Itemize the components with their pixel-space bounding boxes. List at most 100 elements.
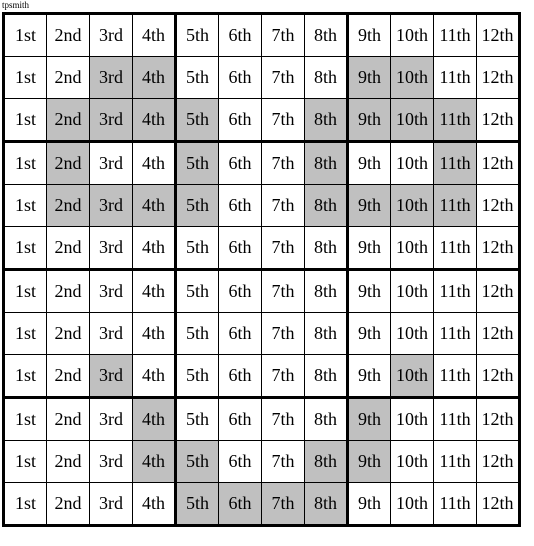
grid-cell[interactable]: 11th (433, 56, 477, 99)
grid-cell[interactable]: 8th (304, 56, 349, 99)
grid-cell[interactable]: 1st (2, 354, 47, 399)
grid-cell[interactable]: 1st (2, 482, 47, 527)
grid-cell[interactable]: 7th (261, 56, 305, 99)
grid-cell[interactable]: 2nd (46, 56, 90, 99)
grid-cell[interactable]: 4th (132, 226, 177, 271)
grid-cell[interactable]: 4th (132, 354, 177, 399)
grid-cell[interactable]: 7th (261, 269, 305, 313)
grid-cell[interactable]: 12th (476, 482, 521, 527)
grid-cell[interactable]: 1st (2, 141, 47, 185)
grid-cell[interactable]: 12th (476, 184, 521, 227)
grid-cell[interactable]: 3rd (89, 482, 133, 527)
grid-cell[interactable]: 2nd (46, 482, 90, 527)
grid-cell[interactable]: 9th (347, 141, 391, 185)
grid-cell[interactable]: 9th (347, 440, 391, 483)
grid-cell[interactable]: 7th (261, 354, 305, 399)
grid-cell[interactable]: 9th (347, 397, 391, 441)
grid-cell[interactable]: 1st (2, 56, 47, 99)
grid-cell[interactable]: 5th (175, 12, 219, 57)
grid-cell[interactable]: 4th (132, 56, 177, 99)
grid-cell[interactable]: 6th (218, 440, 262, 483)
grid-cell[interactable]: 3rd (89, 440, 133, 483)
grid-cell[interactable]: 8th (304, 440, 349, 483)
grid-cell[interactable]: 6th (218, 184, 262, 227)
grid-cell[interactable]: 3rd (89, 397, 133, 441)
grid-cell[interactable]: 5th (175, 184, 219, 227)
grid-cell[interactable]: 3rd (89, 56, 133, 99)
grid-cell[interactable]: 10th (390, 354, 434, 399)
grid-cell[interactable]: 1st (2, 12, 47, 57)
grid-cell[interactable]: 8th (304, 12, 349, 57)
grid-cell[interactable]: 12th (476, 226, 521, 271)
grid-cell[interactable]: 4th (132, 440, 177, 483)
grid-cell[interactable]: 7th (261, 12, 305, 57)
grid-cell[interactable]: 12th (476, 56, 521, 99)
grid-cell[interactable]: 1st (2, 440, 47, 483)
grid-cell[interactable]: 4th (132, 269, 177, 313)
grid-cell[interactable]: 2nd (46, 397, 90, 441)
grid-cell[interactable]: 9th (347, 184, 391, 227)
grid-cell[interactable]: 8th (304, 482, 349, 527)
grid-cell[interactable]: 6th (218, 56, 262, 99)
grid-cell[interactable]: 8th (304, 312, 349, 355)
grid-cell[interactable]: 11th (433, 269, 477, 313)
grid-cell[interactable]: 4th (132, 482, 177, 527)
grid-cell[interactable]: 2nd (46, 226, 90, 271)
grid-cell[interactable]: 5th (175, 397, 219, 441)
grid-cell[interactable]: 2nd (46, 98, 90, 143)
grid-cell[interactable]: 11th (433, 397, 477, 441)
grid-cell[interactable]: 3rd (89, 354, 133, 399)
grid-cell[interactable]: 7th (261, 226, 305, 271)
grid-cell[interactable]: 12th (476, 141, 521, 185)
grid-cell[interactable]: 3rd (89, 312, 133, 355)
grid-cell[interactable]: 2nd (46, 312, 90, 355)
grid-cell[interactable]: 6th (218, 12, 262, 57)
grid-cell[interactable]: 1st (2, 184, 47, 227)
grid-cell[interactable]: 1st (2, 226, 47, 271)
grid-cell[interactable]: 11th (433, 354, 477, 399)
grid-cell[interactable]: 4th (132, 397, 177, 441)
grid-cell[interactable]: 10th (390, 312, 434, 355)
grid-cell[interactable]: 4th (132, 12, 177, 57)
grid-cell[interactable]: 6th (218, 354, 262, 399)
grid-cell[interactable]: 10th (390, 184, 434, 227)
grid-cell[interactable]: 6th (218, 482, 262, 527)
grid-cell[interactable]: 4th (132, 312, 177, 355)
grid-cell[interactable]: 11th (433, 226, 477, 271)
grid-cell[interactable]: 12th (476, 397, 521, 441)
grid-cell[interactable]: 5th (175, 354, 219, 399)
grid-cell[interactable]: 10th (390, 12, 434, 57)
grid-cell[interactable]: 3rd (89, 269, 133, 313)
grid-cell[interactable]: 6th (218, 397, 262, 441)
grid-cell[interactable]: 4th (132, 98, 177, 143)
grid-cell[interactable]: 9th (347, 312, 391, 355)
grid-cell[interactable]: 8th (304, 354, 349, 399)
grid-cell[interactable]: 1st (2, 98, 47, 143)
grid-cell[interactable]: 9th (347, 482, 391, 527)
grid-cell[interactable]: 2nd (46, 354, 90, 399)
grid-cell[interactable]: 7th (261, 312, 305, 355)
grid-cell[interactable]: 2nd (46, 269, 90, 313)
grid-cell[interactable]: 5th (175, 56, 219, 99)
grid-cell[interactable]: 6th (218, 226, 262, 271)
grid-cell[interactable]: 2nd (46, 12, 90, 57)
grid-cell[interactable]: 10th (390, 269, 434, 313)
grid-cell[interactable]: 9th (347, 98, 391, 143)
grid-cell[interactable]: 9th (347, 354, 391, 399)
grid-cell[interactable]: 11th (433, 141, 477, 185)
grid-cell[interactable]: 8th (304, 397, 349, 441)
grid-cell[interactable]: 10th (390, 141, 434, 185)
grid-cell[interactable]: 3rd (89, 98, 133, 143)
grid-cell[interactable]: 6th (218, 269, 262, 313)
grid-cell[interactable]: 5th (175, 440, 219, 483)
grid-cell[interactable]: 9th (347, 269, 391, 313)
grid-cell[interactable]: 12th (476, 312, 521, 355)
grid-cell[interactable]: 3rd (89, 226, 133, 271)
grid-cell[interactable]: 6th (218, 141, 262, 185)
grid-cell[interactable]: 12th (476, 12, 521, 57)
grid-cell[interactable]: 10th (390, 56, 434, 99)
grid-cell[interactable]: 7th (261, 98, 305, 143)
grid-cell[interactable]: 10th (390, 440, 434, 483)
grid-cell[interactable]: 8th (304, 98, 349, 143)
grid-cell[interactable]: 12th (476, 269, 521, 313)
